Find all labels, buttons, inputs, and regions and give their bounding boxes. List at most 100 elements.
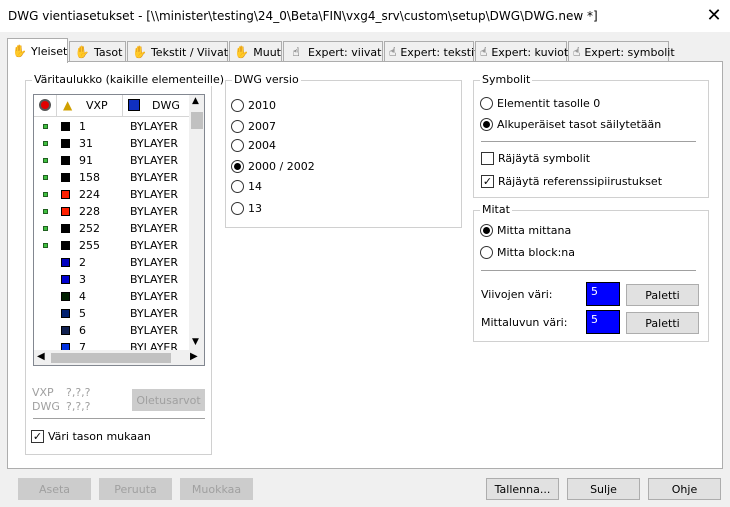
color-swatch: [61, 241, 70, 250]
separator: [33, 418, 205, 419]
warning-icon: ▲: [63, 98, 73, 112]
cell-vxp: 252: [79, 222, 100, 235]
tab-expert-symbolit[interactable]: ☝ Expert: symbolit: [568, 41, 675, 62]
radio-circle[interactable]: [231, 120, 244, 133]
cell-vxp: 4: [79, 290, 86, 303]
radio-keep-layers[interactable]: Alkuperäiset tasot säilytetään: [480, 118, 661, 131]
scroll-thumb[interactable]: [191, 112, 203, 129]
table-row[interactable]: 255 BYLAYER: [34, 237, 189, 254]
line-color-swatch[interactable]: 5: [586, 282, 620, 306]
color-swatch: [61, 224, 70, 233]
horizontal-scrollbar[interactable]: ◀ ▶: [34, 350, 204, 365]
table-row[interactable]: 31 BYLAYER: [34, 135, 189, 152]
defaults-button[interactable]: Oletusarvot: [132, 389, 205, 411]
tab-expert-viivat[interactable]: ☝ Expert: viivat: [283, 41, 383, 62]
radio-version-2000[interactable]: 2000 / 2002: [231, 160, 315, 173]
marker-icon: [43, 209, 48, 214]
cell-vxp: 2: [79, 256, 86, 269]
tab-yleiset[interactable]: ✋ Yleiset: [7, 38, 68, 63]
radio-circle[interactable]: [231, 180, 244, 193]
radio-dim-as-dim[interactable]: Mitta mittana: [480, 224, 571, 237]
explode-refs-checkbox[interactable]: ✓ Räjäytä referenssipiirustukset: [481, 175, 662, 188]
radio-label: 13: [248, 202, 262, 215]
radio-version-13[interactable]: 13: [231, 202, 262, 215]
tab-expert-tekstit[interactable]: ☝ Expert: tekstit: [384, 41, 478, 62]
checkbox-label: Väri tason mukaan: [48, 430, 151, 443]
radio-circle[interactable]: [231, 202, 244, 215]
cell-dwg: BYLAYER: [130, 205, 179, 218]
radio-version-2010[interactable]: 2010: [231, 99, 276, 112]
tab-muut[interactable]: ✋ Muut: [229, 41, 282, 62]
color-table-list[interactable]: ▲ VXP DWG 1 BYLAYER 31 BYLAYER 91 BYLAYER 158 B…: [33, 94, 205, 366]
radio-circle[interactable]: [480, 118, 493, 131]
radio-label: Mitta mittana: [497, 224, 572, 237]
table-row[interactable]: 252 BYLAYER: [34, 220, 189, 237]
cell-dwg: BYLAYER: [130, 324, 179, 337]
apply-button[interactable]: Aseta: [18, 478, 91, 500]
checkbox-box[interactable]: [481, 152, 494, 165]
cell-vxp: 6: [79, 324, 86, 337]
scroll-left-icon[interactable]: ◀: [37, 351, 45, 362]
tab-label: Tasot: [94, 45, 123, 59]
close-button[interactable]: Sulje: [567, 478, 640, 500]
by-layer-checkbox[interactable]: ✓ Väri tason mukaan: [31, 430, 151, 443]
radio-circle[interactable]: [231, 139, 244, 152]
cell-dwg: BYLAYER: [130, 137, 179, 150]
table-row[interactable]: 2 BYLAYER: [34, 254, 189, 271]
table-row[interactable]: 158 BYLAYER: [34, 169, 189, 186]
hand-outline-icon: ☝: [573, 45, 581, 59]
table-row[interactable]: 228 BYLAYER: [34, 203, 189, 220]
radio-label: 2004: [248, 139, 276, 152]
radio-circle[interactable]: [231, 99, 244, 112]
radio-label: 2010: [248, 99, 276, 112]
text-color-swatch[interactable]: 5: [586, 310, 620, 334]
marker-icon: [43, 124, 48, 129]
marker-icon: [43, 192, 48, 197]
radio-label: 2007: [248, 120, 276, 133]
cancel-button[interactable]: Peruuta: [99, 478, 172, 500]
cell-vxp: 3: [79, 273, 86, 286]
text-palette-button[interactable]: Paletti: [626, 312, 699, 334]
close-icon[interactable]: ✕: [700, 3, 728, 29]
dwg-icon: [128, 99, 140, 111]
radio-version-14[interactable]: 14: [231, 180, 262, 193]
table-row[interactable]: 6 BYLAYER: [34, 322, 189, 339]
hscroll-thumb[interactable]: [51, 353, 171, 363]
cell-dwg: BYLAYER: [130, 171, 179, 184]
tab-expert-kuviot[interactable]: ☝ Expert: kuviot: [475, 41, 568, 62]
line-palette-button[interactable]: Paletti: [626, 284, 699, 306]
scroll-down-icon[interactable]: ▼: [192, 337, 199, 347]
radio-dim-as-block[interactable]: Mitta block:na: [480, 246, 575, 259]
dimensions-label: Mitat: [480, 203, 512, 216]
radio-circle[interactable]: [480, 246, 493, 259]
tab-tasot[interactable]: ✋ Tasot: [69, 41, 126, 62]
scroll-right-icon[interactable]: ▶: [190, 351, 198, 362]
table-row[interactable]: 1 BYLAYER: [34, 118, 189, 135]
help-button[interactable]: Ohje: [648, 478, 721, 500]
vxp-label: VXP: [32, 386, 54, 399]
cell-dwg: BYLAYER: [130, 120, 179, 133]
radio-circle[interactable]: [231, 160, 244, 173]
checkbox-box[interactable]: ✓: [31, 430, 44, 443]
table-row[interactable]: 3 BYLAYER: [34, 271, 189, 288]
table-row[interactable]: 5 BYLAYER: [34, 305, 189, 322]
table-row[interactable]: 4 BYLAYER: [34, 288, 189, 305]
tab-tekstit-viivat[interactable]: ✋ Tekstit / Viivat: [127, 41, 228, 62]
radio-label: 14: [248, 180, 262, 193]
scroll-up-icon[interactable]: ▲: [192, 96, 199, 106]
explode-symbols-checkbox[interactable]: Räjäytä symbolit: [481, 152, 590, 165]
color-swatch: [61, 173, 70, 182]
color-swatch: [61, 326, 70, 335]
radio-version-2007[interactable]: 2007: [231, 120, 276, 133]
table-row[interactable]: 91 BYLAYER: [34, 152, 189, 169]
save-button[interactable]: Tallenna...: [486, 478, 559, 500]
radio-circle[interactable]: [480, 97, 493, 110]
radio-label: Mitta block:na: [497, 246, 576, 259]
table-row[interactable]: 224 BYLAYER: [34, 186, 189, 203]
edit-button[interactable]: Muokkaa: [180, 478, 253, 500]
radio-elements-layer0[interactable]: Elementit tasolle 0: [480, 97, 600, 110]
checkbox-box[interactable]: ✓: [481, 175, 494, 188]
radio-version-2004[interactable]: 2004: [231, 139, 276, 152]
radio-circle[interactable]: [480, 224, 493, 237]
vertical-scrollbar[interactable]: ▲ ▼: [189, 95, 204, 350]
